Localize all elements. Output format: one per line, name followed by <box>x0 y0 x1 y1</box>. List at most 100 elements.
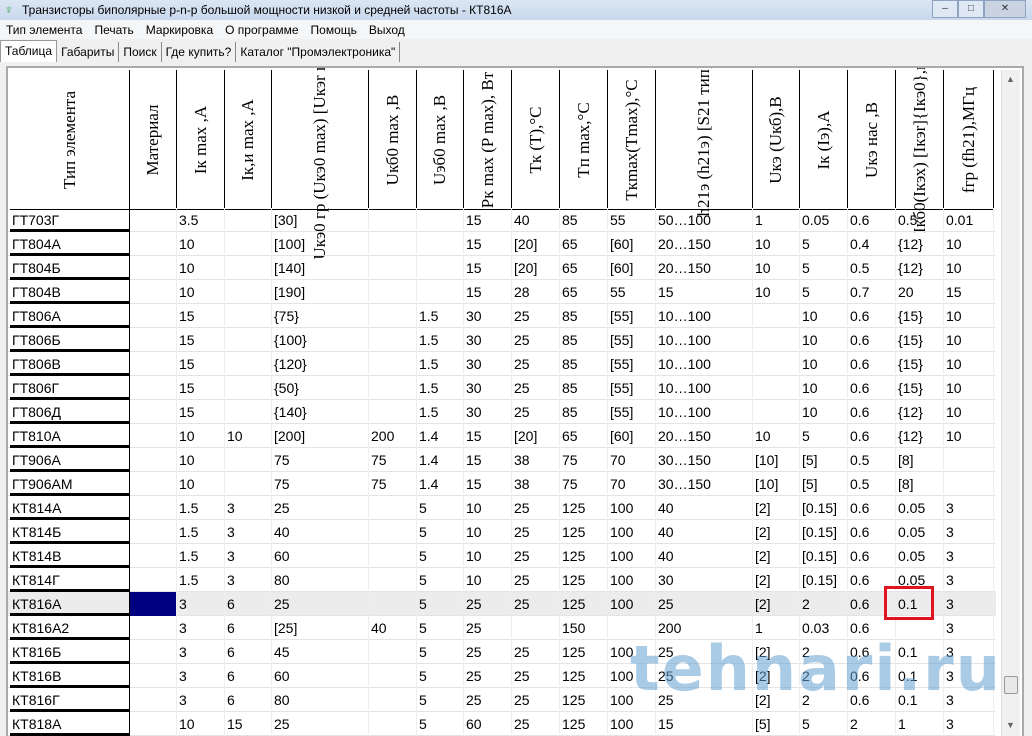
table-row[interactable]: КТ814В 1.5 3 60 5 10 25 125 100 40 [2] [0.15] 0.6 0.0… <box>8 544 996 568</box>
tab-where-to-buy[interactable]: Где купить? <box>162 42 237 62</box>
table-cell[interactable]: {12} <box>896 232 944 256</box>
table-row[interactable]: КТ816Б 3 6 45 5 25 25 125 100 25 [2] 2 0.6 0.1 3 <box>8 640 996 664</box>
table-cell[interactable]: 2 <box>800 640 848 664</box>
column-header[interactable]: fгр (fh21),МГц <box>944 70 994 210</box>
table-cell[interactable]: 5 <box>417 592 464 616</box>
table-cell[interactable]: 25 <box>512 352 560 376</box>
table-cell[interactable]: 10 <box>464 520 512 544</box>
table-cell[interactable] <box>130 616 177 640</box>
scroll-down-icon[interactable]: ▼ <box>1006 720 1015 730</box>
table-cell[interactable]: [55] <box>608 352 656 376</box>
table-cell[interactable]: 25 <box>512 640 560 664</box>
table-cell[interactable]: 15 <box>177 304 225 328</box>
table-cell[interactable]: 85 <box>560 376 608 400</box>
table-cell[interactable]: 100 <box>608 592 656 616</box>
table-cell[interactable]: 10…100 <box>656 352 753 376</box>
table-cell[interactable]: {15} <box>896 352 944 376</box>
table-cell[interactable]: [10] <box>753 472 800 496</box>
table-row[interactable]: ГТ810А 10 10 [200] 200 1.4 15 [20] 65 [60] 20…150 1… <box>8 424 996 448</box>
table-cell[interactable]: 55 <box>608 208 656 232</box>
cell-type[interactable]: ГТ703Г <box>10 208 130 232</box>
cell-type[interactable]: КТ814Г <box>10 568 130 592</box>
table-cell[interactable]: 10 <box>944 352 994 376</box>
table-cell[interactable]: 125 <box>560 520 608 544</box>
table-cell[interactable]: 65 <box>560 256 608 280</box>
column-header[interactable]: Tкmax(Tmax),°C <box>608 70 656 210</box>
table-cell[interactable] <box>369 520 417 544</box>
table-cell[interactable]: 1 <box>753 616 800 640</box>
table-cell[interactable]: 0.7 <box>848 280 896 304</box>
table-cell[interactable]: 0.6 <box>848 208 896 232</box>
table-cell[interactable] <box>369 208 417 232</box>
table-cell[interactable]: 100 <box>608 568 656 592</box>
table-cell[interactable]: [2] <box>753 640 800 664</box>
table-cell[interactable] <box>896 616 944 640</box>
table-cell[interactable]: 75 <box>272 448 369 472</box>
table-cell[interactable] <box>225 376 272 400</box>
table-cell[interactable]: 100 <box>608 544 656 568</box>
table-cell[interactable] <box>753 376 800 400</box>
column-header[interactable]: Iк,и max ,А <box>225 70 272 210</box>
table-cell[interactable]: 10 <box>177 232 225 256</box>
table-cell[interactable]: [200] <box>272 424 369 448</box>
table-cell[interactable]: 2 <box>800 688 848 712</box>
table-cell[interactable] <box>130 256 177 280</box>
cell-type[interactable]: ГТ806А <box>10 304 130 328</box>
table-cell[interactable]: [2] <box>753 664 800 688</box>
table-cell[interactable]: 40 <box>512 208 560 232</box>
table-cell[interactable]: 25 <box>272 592 369 616</box>
table-cell[interactable] <box>130 304 177 328</box>
table-row[interactable]: КТ814А 1.5 3 25 5 10 25 125 100 40 [2] [0.15] 0.6 0.0… <box>8 496 996 520</box>
table-cell[interactable]: 30 <box>464 400 512 424</box>
table-cell[interactable]: 3 <box>944 712 994 736</box>
table-cell[interactable]: 125 <box>560 496 608 520</box>
table-cell[interactable]: 10 <box>464 568 512 592</box>
table-row[interactable]: КТ816А 3 6 25 5 25 25 125 100 25 [2] 2 0.6 0.1 3 <box>8 592 996 616</box>
table-cell[interactable]: [55] <box>608 304 656 328</box>
cell-type[interactable]: ГТ906АМ <box>10 472 130 496</box>
tab-dimensions[interactable]: Габариты <box>57 42 120 62</box>
table-cell[interactable]: [2] <box>753 544 800 568</box>
table-cell[interactable]: 150 <box>560 616 608 640</box>
table-cell[interactable]: 10 <box>753 232 800 256</box>
table-cell[interactable] <box>130 568 177 592</box>
table-cell[interactable]: 5 <box>800 712 848 736</box>
table-row[interactable]: ГТ804Б 10 [140] 15 [20] 65 [60] 20…150 10 5 0.5 {12… <box>8 256 996 280</box>
table-cell[interactable]: 6 <box>225 688 272 712</box>
table-cell[interactable]: [20] <box>512 424 560 448</box>
table-cell[interactable]: 6 <box>225 616 272 640</box>
table-cell[interactable]: 25 <box>512 376 560 400</box>
table-cell[interactable]: 80 <box>272 568 369 592</box>
cell-type[interactable]: КТ816Г <box>10 688 130 712</box>
table-cell[interactable] <box>369 592 417 616</box>
table-cell[interactable]: 1.4 <box>417 472 464 496</box>
table-cell[interactable]: 125 <box>560 592 608 616</box>
table-cell[interactable]: 20…150 <box>656 424 753 448</box>
cell-type[interactable]: КТ814В <box>10 544 130 568</box>
table-cell[interactable] <box>369 304 417 328</box>
table-cell[interactable]: 75 <box>560 472 608 496</box>
table-cell[interactable]: 0.05 <box>896 544 944 568</box>
table-cell[interactable]: {140} <box>272 400 369 424</box>
table-cell[interactable]: 10 <box>944 232 994 256</box>
table-cell[interactable]: {100} <box>272 328 369 352</box>
table-cell[interactable]: 70 <box>608 472 656 496</box>
table-cell[interactable]: 60 <box>272 544 369 568</box>
table-cell[interactable] <box>369 376 417 400</box>
table-cell[interactable]: 5 <box>417 664 464 688</box>
table-cell[interactable]: 30 <box>656 568 753 592</box>
table-cell[interactable] <box>130 328 177 352</box>
table-cell[interactable]: 10…100 <box>656 328 753 352</box>
table-cell[interactable]: [55] <box>608 376 656 400</box>
table-cell[interactable]: 10 <box>177 448 225 472</box>
table-cell[interactable]: {15} <box>896 328 944 352</box>
table-cell[interactable]: [0.15] <box>800 520 848 544</box>
table-cell[interactable]: 1.4 <box>417 448 464 472</box>
table-cell[interactable] <box>944 472 994 496</box>
table-cell[interactable] <box>130 352 177 376</box>
table-cell[interactable]: [55] <box>608 400 656 424</box>
table-cell[interactable]: [0.15] <box>800 568 848 592</box>
close-button[interactable]: ✕ <box>984 0 1026 18</box>
table-cell[interactable]: 15 <box>464 256 512 280</box>
table-cell[interactable]: [20] <box>512 232 560 256</box>
